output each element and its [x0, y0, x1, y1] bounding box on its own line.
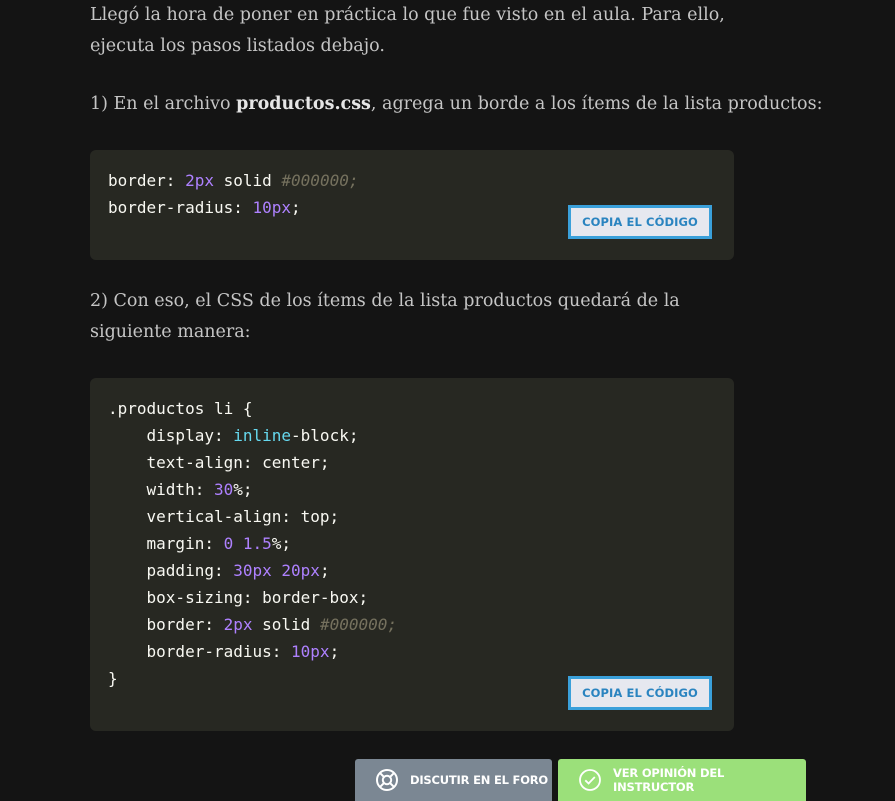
code-block-2: .productos li { display: inline-block; t…: [90, 378, 734, 731]
code-token: border:: [108, 171, 186, 190]
code-token: 20px: [281, 561, 320, 580]
step2-paragraph: 2) Con eso, el CSS de los ítems de la li…: [90, 291, 680, 342]
code-line: box-sizing: border-box;: [108, 588, 369, 607]
code-line: text-align: center;: [108, 453, 330, 472]
code-line: vertical-align: top;: [108, 507, 340, 526]
code-text: border: 2px solid #000000; border-radius…: [108, 167, 358, 221]
code-line: padding: 30px 20px;: [108, 561, 330, 580]
code-line: border: 2px solid #000000;: [108, 615, 397, 634]
code-token: text-align: center;: [108, 453, 330, 472]
code-token: 10px: [252, 198, 292, 217]
code-token: box-sizing: border-box;: [108, 588, 369, 607]
code-token: margin:: [108, 534, 224, 553]
code-token: width:: [108, 480, 214, 499]
code-token: ;: [291, 198, 301, 217]
code-token: 30: [213, 480, 234, 499]
code-token: .productos li {: [108, 399, 253, 418]
code-token: ;: [329, 642, 340, 661]
code-token: solid: [213, 171, 282, 190]
instructor-opinion-label: VER OPINIÓN DEL INSTRUCTOR: [613, 766, 725, 794]
code-token: display:: [108, 426, 234, 445]
code-token: 0: [223, 534, 234, 553]
discuss-forum-button[interactable]: DISCUTIR EN EL FORO: [355, 759, 552, 801]
step1-filename: productos.css: [236, 94, 371, 114]
code-token: #000000;: [281, 171, 359, 190]
code-line: }: [108, 669, 118, 688]
code-block-1: border: 2px solid #000000; border-radius…: [90, 150, 734, 260]
code-line: display: inline-block;: [108, 426, 359, 445]
code-line: width: 30%;: [108, 480, 253, 499]
instructor-opinion-button[interactable]: VER OPINIÓN DEL INSTRUCTOR: [558, 759, 806, 801]
step1-paragraph: 1) En el archivo productos.css, agrega u…: [90, 89, 822, 120]
code-line: margin: 0 1.5%;: [108, 534, 292, 553]
step1-suffix: , agrega un borde a los ítems de la list…: [370, 94, 823, 114]
code-token: inline: [233, 426, 292, 445]
code-token: %;: [233, 480, 253, 499]
code-token: ;: [319, 561, 330, 580]
code-token: 10px: [291, 642, 330, 661]
code-token: border-radius:: [108, 198, 253, 217]
intro-paragraph: Llegó la hora de poner en práctica lo qu…: [90, 5, 725, 56]
code-token: }: [108, 669, 118, 688]
lifebuoy-icon: [375, 768, 399, 792]
code-text: .productos li { display: inline-block; t…: [108, 395, 397, 692]
code-line: border: 2px solid #000000;: [108, 171, 358, 190]
code-token: #000000;: [319, 615, 397, 634]
code-token: %;: [271, 534, 292, 553]
code-token: border:: [108, 615, 224, 634]
code-token: 1.5: [242, 534, 272, 553]
code-token: 30px: [233, 561, 272, 580]
code-token: 2px: [185, 171, 214, 190]
code-token: border-radius:: [108, 642, 292, 661]
code-line: border-radius: 10px;: [108, 642, 340, 661]
discuss-forum-label: DISCUTIR EN EL FORO: [410, 773, 549, 787]
code-token: padding:: [108, 561, 234, 580]
copy-code-button[interactable]: COPIA EL CÓDIGO: [568, 205, 712, 239]
code-token: vertical-align: top;: [108, 507, 340, 526]
code-token: -block;: [291, 426, 359, 445]
copy-code-button[interactable]: COPIA EL CÓDIGO: [568, 676, 712, 710]
code-token: 2px: [223, 615, 253, 634]
code-token: solid: [252, 615, 320, 634]
code-line: border-radius: 10px;: [108, 198, 301, 217]
check-circle-icon: [578, 768, 602, 792]
code-line: .productos li {: [108, 399, 253, 418]
step1-prefix: 1) En el archivo: [90, 94, 237, 114]
